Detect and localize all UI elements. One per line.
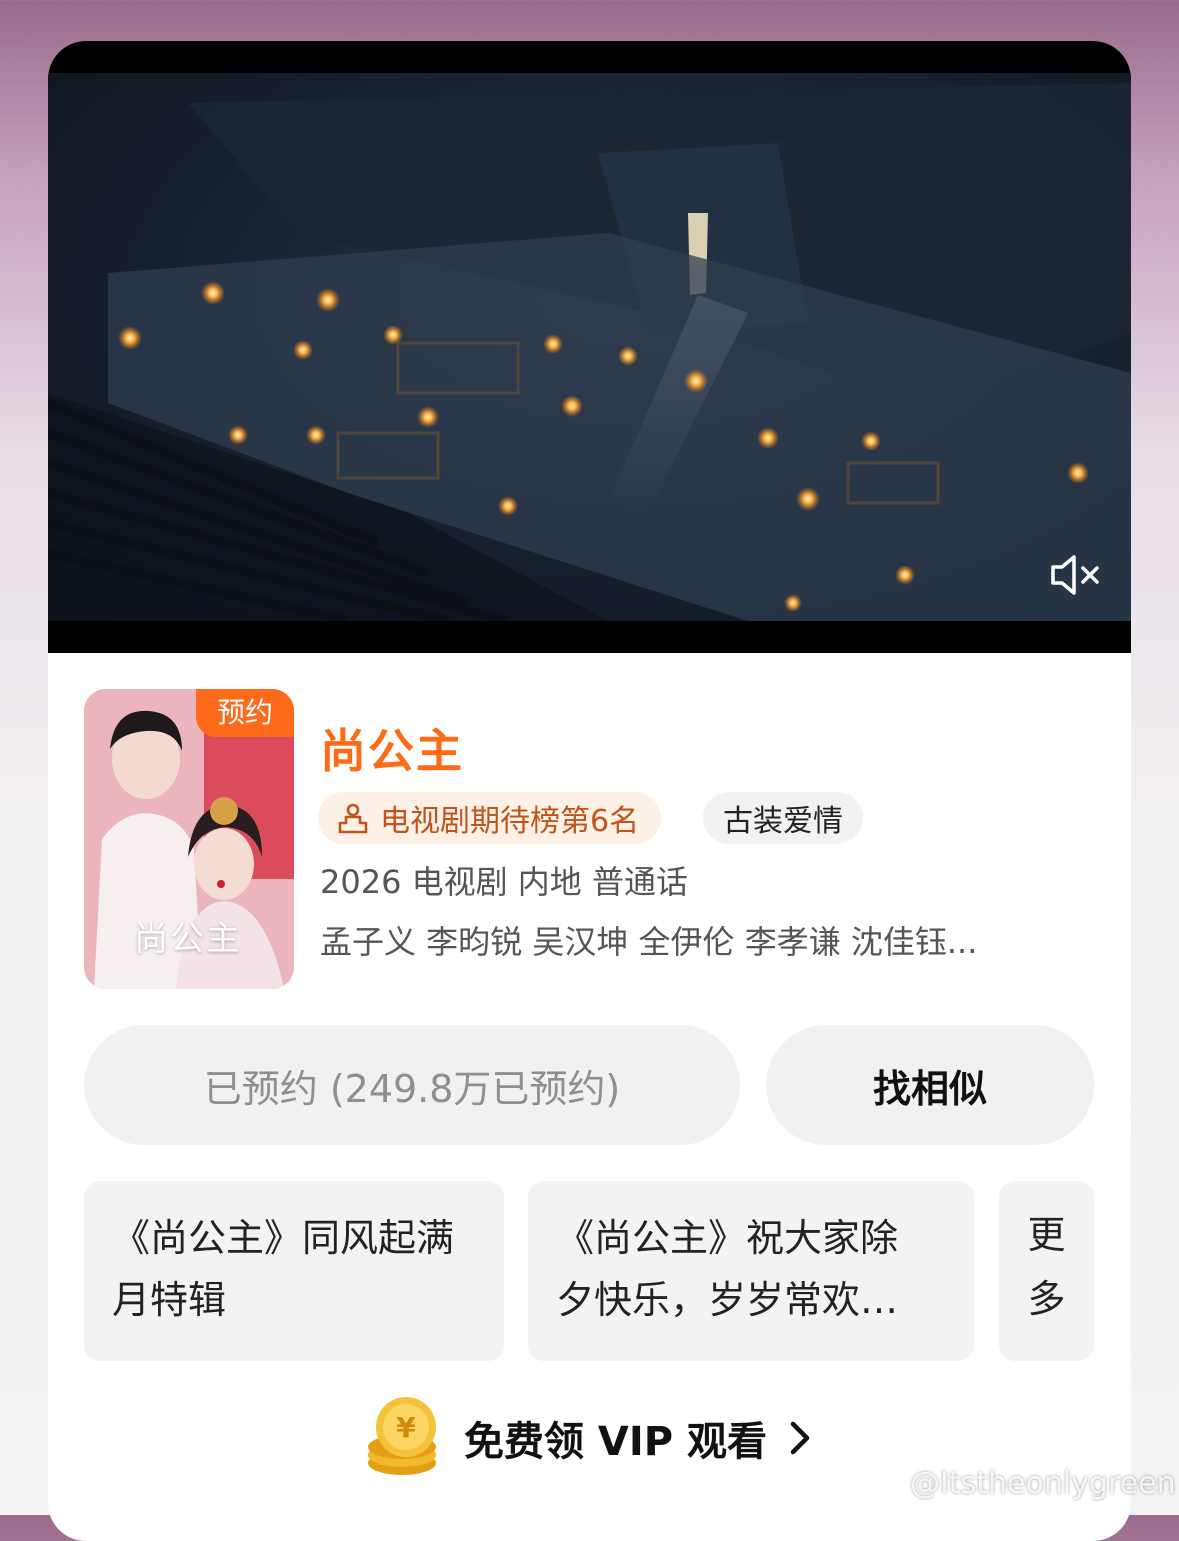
ranking-label: 电视剧期待榜第6名 <box>380 804 640 839</box>
weibo-logo-icon <box>867 1471 906 1500</box>
drama-meta: 2026 电视剧 内地 普通话 <box>320 863 688 901</box>
podium-icon <box>338 803 368 834</box>
clip-card[interactable]: 《尚公主》祝大家除 夕快乐，岁岁常欢… <box>528 1181 974 1361</box>
poster-title: 尚公主 <box>134 919 242 959</box>
gold-coin-icon: ¥ <box>368 1397 436 1475</box>
more-label-line: 多 <box>1027 1277 1066 1321</box>
clip-title-line: 月特辑 <box>112 1278 227 1322</box>
more-clips-button[interactable]: 更 多 <box>999 1181 1094 1361</box>
clip-title-line: 《尚公主》祝大家除 <box>556 1216 899 1260</box>
speaker-muted-icon <box>1051 555 1099 595</box>
night-courtyard-scene <box>48 83 1131 621</box>
reserve-badge: 预约 <box>196 689 294 737</box>
ranking-tag[interactable]: 电视剧期待榜第6名 <box>318 792 662 844</box>
chevron-right-icon <box>790 1421 810 1455</box>
genre-tag[interactable]: 古装爱情 <box>703 792 863 844</box>
free-vip-link[interactable]: ¥ 免费领 VIP 观看 <box>360 1393 811 1483</box>
find-similar-button[interactable]: 找相似 <box>766 1025 1094 1145</box>
clip-card[interactable]: 《尚公主》同风起满 月特辑 <box>84 1181 504 1361</box>
clip-title-line: 夕快乐，岁岁常欢… <box>556 1278 899 1322</box>
clip-title-line: 《尚公主》同风起满 <box>112 1216 455 1260</box>
mute-button[interactable] <box>1049 553 1103 597</box>
drama-cast: 孟子义 李昀锐 吴汉坤 全伊伦 李孝谦 沈佳钰... <box>320 923 978 961</box>
watermark-text: @Itstheonlygreen <box>910 1466 1176 1501</box>
drama-card: 预约 尚公主 尚公主 电视剧期待榜第6名 古装爱情 2026 电视剧 内地 普通… <box>48 41 1131 1541</box>
drama-poster[interactable]: 预约 尚公主 <box>84 689 294 989</box>
svg-text:¥: ¥ <box>396 1411 416 1444</box>
reserved-button[interactable]: 已预约 (249.8万已预约) <box>84 1025 740 1145</box>
more-label-line: 更 <box>1027 1213 1066 1257</box>
vip-label: 免费领 VIP 观看 <box>464 1419 768 1465</box>
video-frame[interactable] <box>48 73 1131 621</box>
drama-title[interactable]: 尚公主 <box>320 715 464 781</box>
weibo-watermark: @Itstheonlygreen <box>866 1466 1176 1501</box>
video-player[interactable] <box>48 41 1131 653</box>
